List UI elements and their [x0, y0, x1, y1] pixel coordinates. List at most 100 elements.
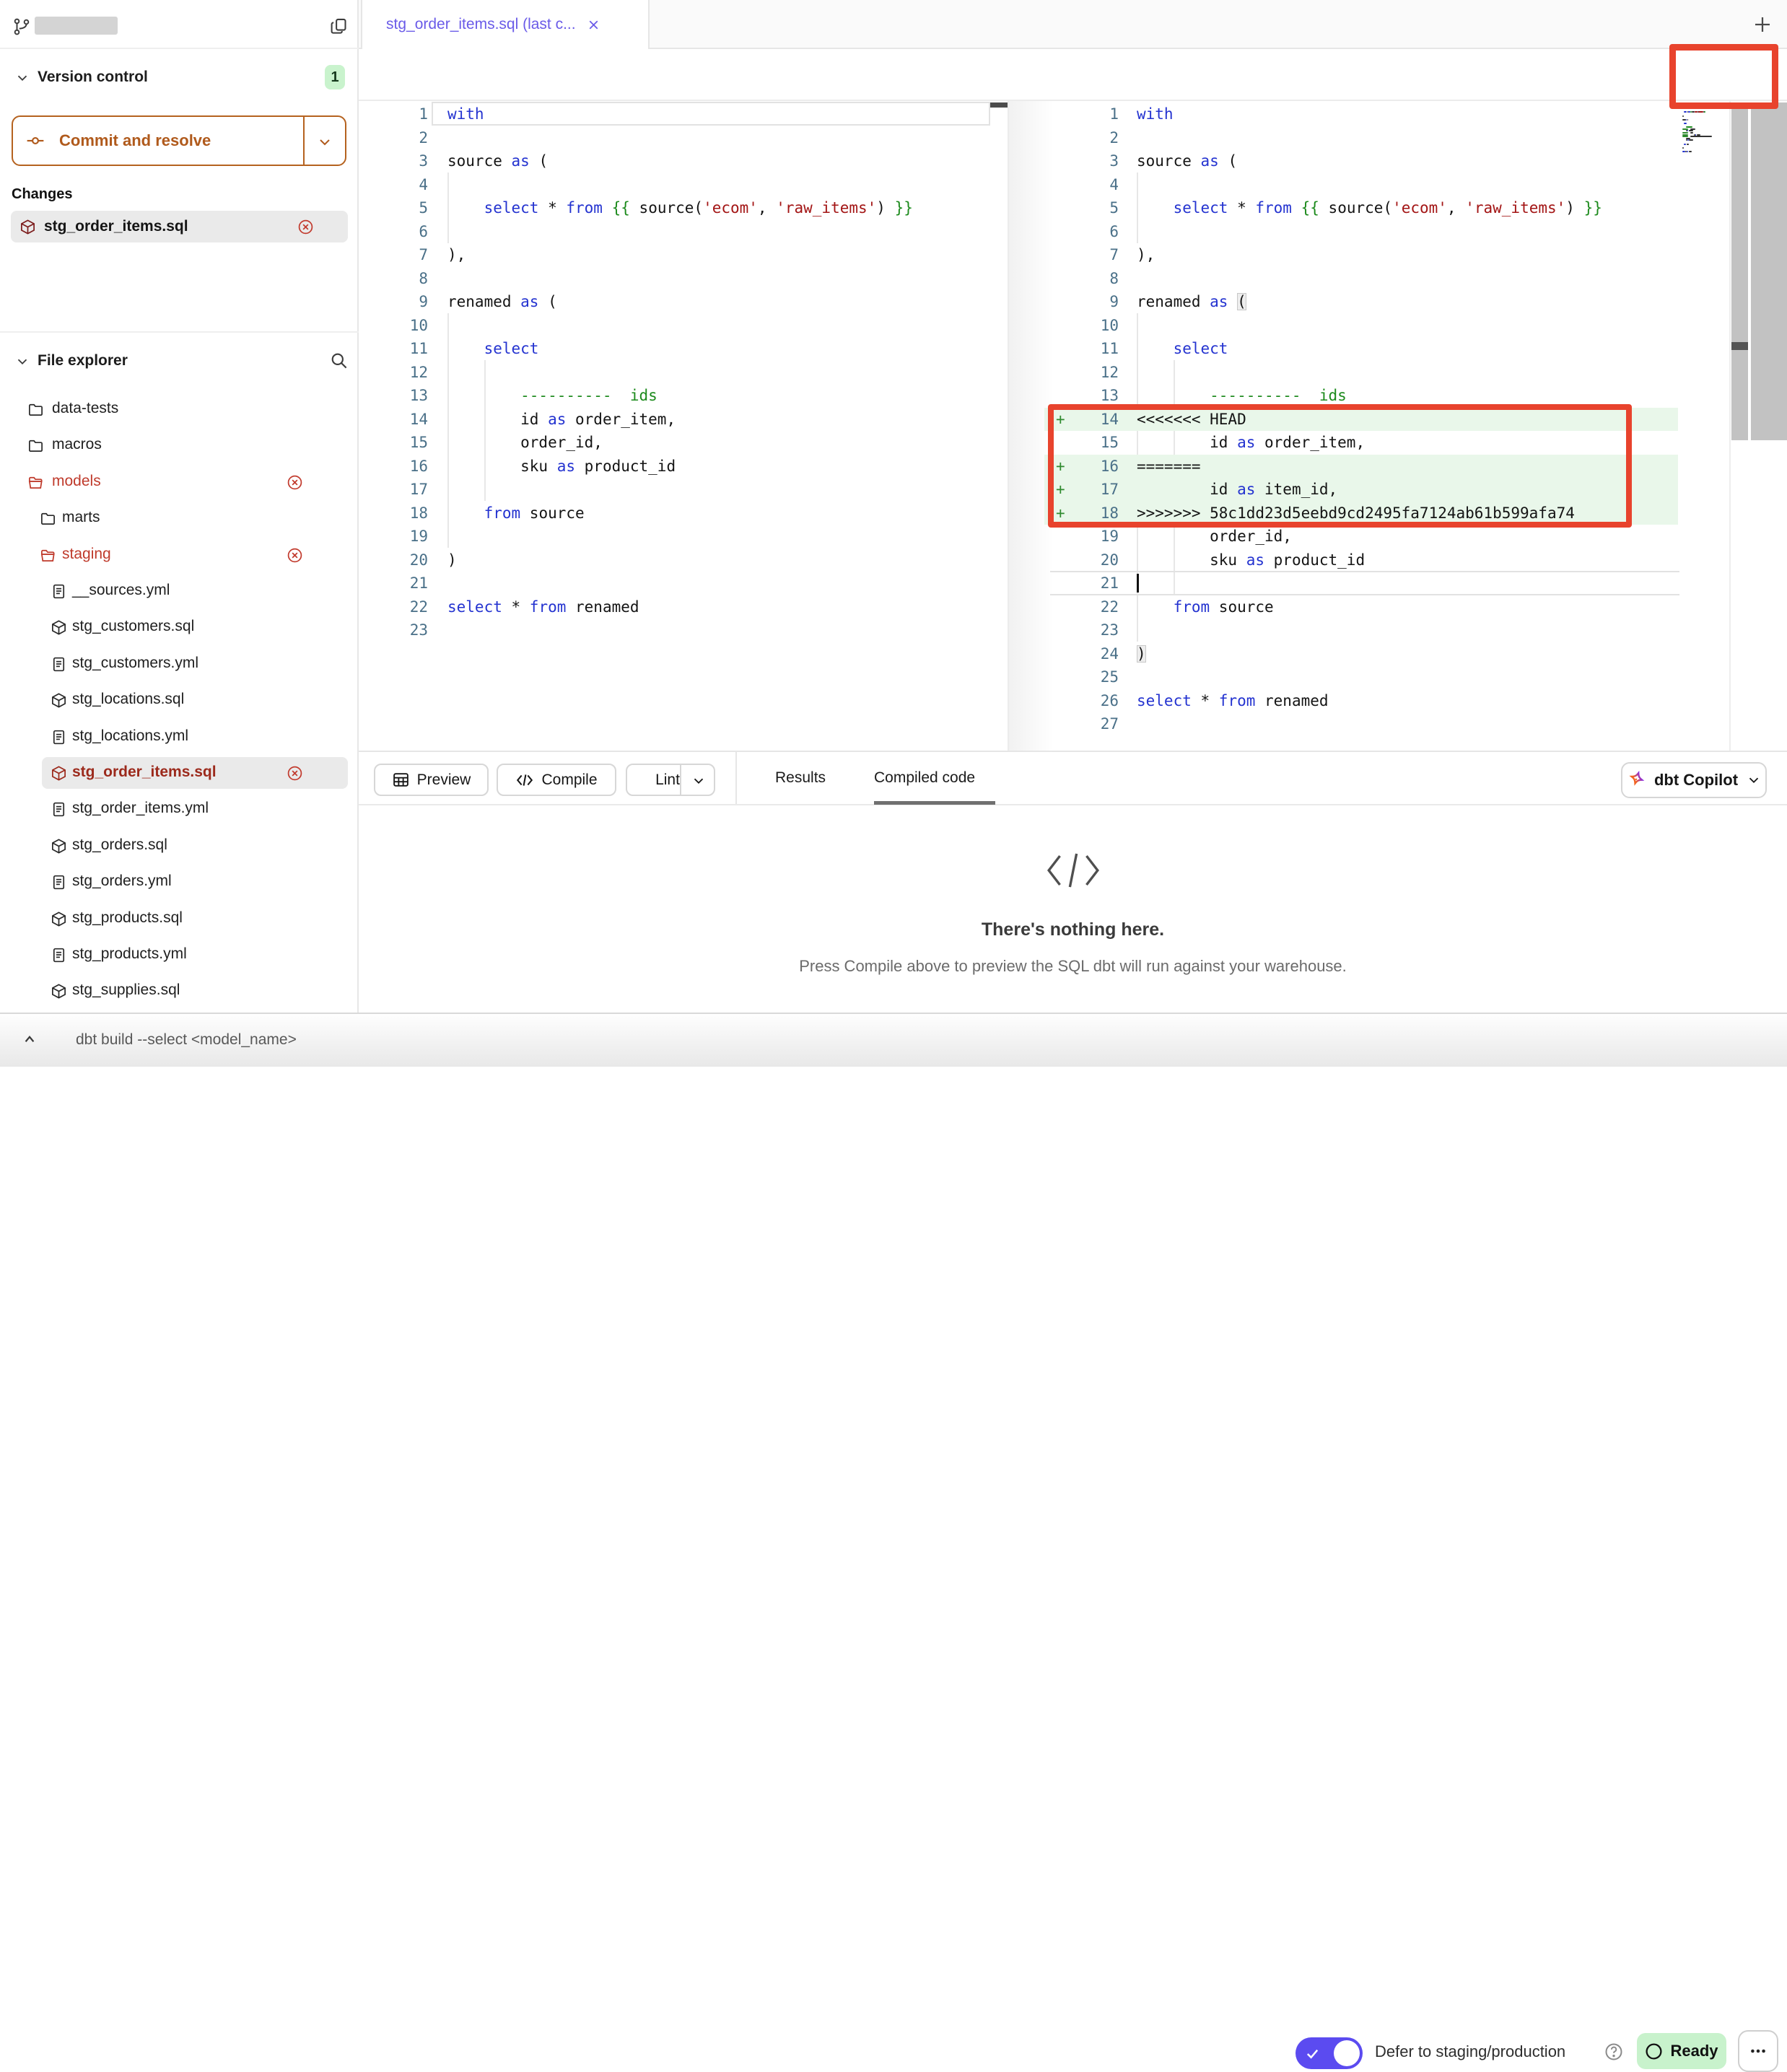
file-row-__sources.yml[interactable]: __sources.yml: [0, 575, 359, 607]
file-row-stg_customers.yml[interactable]: stg_customers.yml: [0, 648, 359, 680]
minimap[interactable]: [1682, 101, 1729, 751]
chevron-down-icon: [1746, 772, 1762, 788]
help-icon[interactable]: [1604, 2042, 1624, 2062]
file-row-stg_order_items.sql[interactable]: stg_order_items.sql: [0, 757, 359, 789]
diff-add-marker: +: [1056, 455, 1065, 478]
lint-button[interactable]: Lint: [626, 764, 715, 796]
code-line: with: [1137, 102, 1174, 126]
file-label: stg_locations.sql: [72, 691, 184, 708]
line-number: 17: [377, 478, 428, 502]
line-number: 16: [377, 455, 428, 478]
chevron-down-icon[interactable]: [14, 354, 30, 370]
lint-label: Lint: [655, 771, 680, 789]
new-tab-plus-icon[interactable]: [1752, 14, 1773, 35]
code-line: from source: [447, 502, 585, 525]
code-line: ---------- ids: [1137, 384, 1347, 408]
file-row-stg_products.sql[interactable]: stg_products.sql: [0, 903, 359, 935]
dbt-copilot-button[interactable]: dbt Copilot: [1621, 762, 1767, 798]
commit-button-label: Commit and resolve: [59, 131, 211, 150]
tab-stg-order-items[interactable]: stg_order_items.sql (last c...: [361, 0, 650, 49]
toggle-knob: [1334, 2040, 1360, 2066]
code-line: select * from {{ source('ecom', 'raw_ite…: [447, 196, 913, 220]
code-line: select: [447, 337, 538, 361]
diff-add-marker: +: [1056, 478, 1065, 502]
code-line: ): [1137, 642, 1146, 666]
chevron-down-icon[interactable]: [316, 134, 333, 151]
command-input[interactable]: dbt build --select <model_name>: [76, 1031, 297, 1049]
results-tab-label: Results: [775, 769, 826, 787]
file-row-stg_locations.sql[interactable]: stg_locations.sql: [0, 684, 359, 716]
window-scrollbar[interactable]: [1751, 102, 1787, 440]
defer-toggle[interactable]: [1296, 2037, 1363, 2069]
version-control-title: Version control: [38, 69, 148, 86]
line-number: 2: [377, 126, 428, 150]
editor-pane-original[interactable]: 1with23source as (45 select * from {{ so…: [359, 101, 1008, 751]
button-divider: [303, 117, 305, 165]
file-row-stg_customers.sql[interactable]: stg_customers.sql: [0, 611, 359, 643]
divider: [0, 331, 359, 333]
file-row-stg_orders.sql[interactable]: stg_orders.sql: [0, 830, 359, 862]
preview-button[interactable]: Preview: [374, 764, 489, 796]
file-row-data-tests[interactable]: data-tests: [0, 393, 359, 425]
tab-results[interactable]: Results: [775, 752, 826, 804]
folder-open-icon: [40, 547, 56, 564]
code-line: id as order_item,: [447, 408, 676, 432]
discard-change-icon[interactable]: [287, 765, 303, 782]
minimap-line: [1686, 126, 1692, 128]
file-row-staging[interactable]: staging: [0, 539, 359, 571]
code-line: id as order_item,: [1137, 431, 1365, 455]
file-row-stg_locations.yml[interactable]: stg_locations.yml: [0, 721, 359, 753]
line-number: 27: [1068, 712, 1119, 736]
code-line: renamed as (: [1137, 290, 1246, 314]
expand-caret-icon[interactable]: [20, 1030, 39, 1049]
line-number: 5: [377, 196, 428, 220]
doc-icon: [51, 874, 67, 891]
line-number: 15: [377, 431, 428, 455]
more-options-button[interactable]: [1738, 2030, 1778, 2072]
line-number: 13: [377, 384, 428, 408]
code-line: select * from {{ source('ecom', 'raw_ite…: [1137, 196, 1602, 220]
search-icon[interactable]: [329, 351, 349, 370]
commit-and-resolve-button[interactable]: Commit and resolve: [12, 115, 346, 166]
code-icon: [515, 771, 534, 790]
chevron-down-icon[interactable]: [691, 773, 707, 789]
line-number: 9: [1068, 290, 1119, 314]
discard-change-icon[interactable]: [287, 547, 303, 564]
scrollbar-thumb[interactable]: [990, 102, 1008, 108]
git-branch-icon: [12, 17, 31, 36]
file-row-stg_order_items.yml[interactable]: stg_order_items.yml: [0, 793, 359, 825]
copy-icon[interactable]: [329, 17, 349, 36]
minimap-line: [1687, 151, 1688, 152]
table-icon: [392, 771, 410, 789]
main-area: stg_order_items.sql (last c... models / …: [359, 0, 1787, 1067]
file-row-macros[interactable]: macros: [0, 429, 359, 461]
line-number: 6: [377, 220, 428, 244]
line-number: 12: [1068, 361, 1119, 385]
close-icon[interactable]: [586, 17, 601, 32]
tab-compiled-code[interactable]: Compiled code: [874, 752, 975, 804]
diff-editor: 1with23source as (45 select * from {{ so…: [359, 100, 1787, 751]
chevron-down-icon[interactable]: [14, 70, 30, 86]
status-badge: Ready: [1637, 2033, 1726, 2069]
file-label: stg_orders.sql: [72, 836, 167, 854]
file-row-models[interactable]: models: [0, 466, 359, 498]
file-label: stg_supplies.sql: [72, 982, 180, 999]
code-line: source as (: [447, 149, 548, 173]
diff-add-marker: +: [1056, 408, 1065, 432]
folder-open-icon: [27, 474, 44, 491]
folder-icon: [27, 401, 44, 418]
editor-scrollbar[interactable]: [1731, 102, 1748, 440]
changed-file-row[interactable]: stg_order_items.sql: [11, 211, 348, 242]
file-row-stg_orders.yml[interactable]: stg_orders.yml: [0, 866, 359, 898]
editor-pane-modified[interactable]: 1with23source as (45 select * from {{ so…: [1008, 101, 1682, 751]
file-row-stg_products.yml[interactable]: stg_products.yml: [0, 939, 359, 971]
minimap-line: [1704, 111, 1705, 113]
file-label: stg_products.sql: [72, 909, 183, 927]
file-row-stg_supplies.sql[interactable]: stg_supplies.sql: [0, 975, 359, 1007]
file-row-marts[interactable]: marts: [0, 502, 359, 534]
status-circle-icon: [1645, 2042, 1663, 2060]
compile-button[interactable]: Compile: [497, 764, 616, 796]
code-line: ),: [447, 243, 466, 267]
discard-change-icon[interactable]: [287, 474, 303, 491]
discard-change-icon[interactable]: [297, 219, 314, 235]
